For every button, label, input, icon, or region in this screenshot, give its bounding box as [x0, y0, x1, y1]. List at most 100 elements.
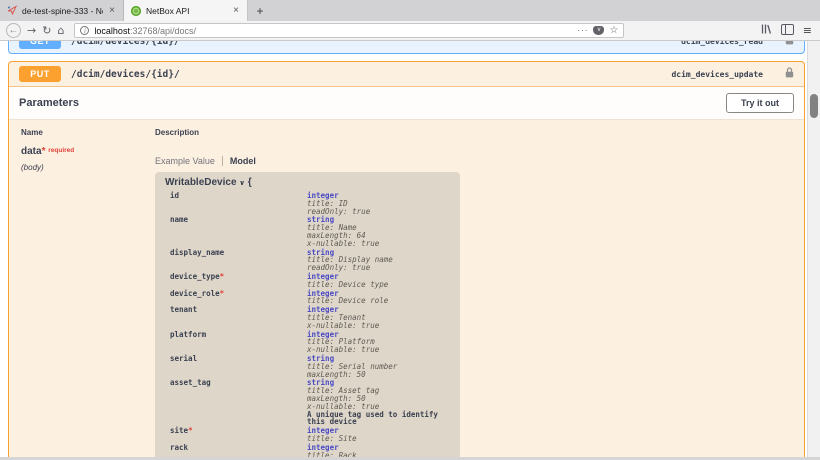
property-detail: integertitle: Tenantx-nullable: true [307, 306, 452, 329]
property-name: tenant [165, 306, 307, 329]
property-attribute: x-nullable: true [307, 240, 452, 248]
url-text[interactable]: localhost:32768/api/docs/ [94, 26, 572, 36]
swagger-favicon [131, 6, 141, 16]
lock-icon[interactable] [785, 65, 794, 83]
page-scrollbar[interactable] [807, 41, 820, 457]
new-tab-button[interactable]: + [248, 0, 272, 21]
parameter-name: data* required [21, 146, 155, 157]
put-endpoint-path: /dcim/devices/{id}/ [71, 69, 661, 80]
required-asterisk: * [220, 289, 225, 298]
page-actions-icon[interactable]: ··· [577, 26, 588, 35]
get-method-badge: GET [19, 41, 61, 49]
tab-bar: de-test-spine-333 - NetB × NetBox API × … [0, 0, 820, 21]
property-name: rack [165, 444, 307, 457]
tab-de-test-spine[interactable]: de-test-spine-333 - NetB × [0, 0, 124, 21]
tab-separator [222, 156, 223, 166]
property-attribute: title: Site [307, 435, 452, 443]
column-header-name: Name [21, 128, 155, 137]
pocket-icon[interactable]: v [593, 26, 604, 35]
property-detail: stringtitle: Display namereadOnly: true [307, 249, 452, 272]
sidebar-icon[interactable] [781, 22, 794, 40]
property-attribute: title: Rack [307, 452, 452, 458]
property-attribute: maxLength: 50 [307, 371, 452, 379]
home-icon[interactable]: ⌂ [57, 25, 64, 36]
put-endpoint-header[interactable]: PUT /dcim/devices/{id}/ dcim_devices_upd… [9, 62, 804, 87]
required-asterisk: * [220, 272, 225, 281]
close-tab-icon[interactable]: × [232, 6, 240, 16]
property-detail: integertitle: Rack [307, 444, 452, 457]
property-name: name [165, 216, 307, 247]
model-property: idintegertitle: IDreadOnly: true [165, 192, 452, 215]
forward-icon[interactable]: → [27, 25, 36, 36]
property-attribute: title: Device role [307, 297, 452, 305]
model-property: display_namestringtitle: Display namerea… [165, 249, 452, 272]
browser-window: de-test-spine-333 - NetB × NetBox API × … [0, 0, 820, 460]
tab-model[interactable]: Model [230, 156, 256, 166]
model-property: rackintegertitle: Rack [165, 444, 452, 457]
property-attribute: x-nullable: true [307, 322, 452, 330]
property-detail: integertitle: Device role [307, 290, 452, 306]
property-attribute: readOnly: true [307, 208, 452, 216]
parameters-title: Parameters [19, 97, 79, 109]
model-property: asset_tagstringtitle: Asset tagmaxLength… [165, 379, 452, 426]
property-name: platform [165, 331, 307, 354]
get-operation-id: dcim_devices_read [681, 41, 763, 46]
model-properties: idintegertitle: IDreadOnly: truenamestri… [165, 192, 452, 457]
model-box: WritableDevice ∨ { idintegertitle: IDrea… [155, 172, 460, 457]
property-name: device_type* [165, 273, 307, 289]
model-property: device_type*integertitle: Device type [165, 273, 452, 289]
property-name: serial [165, 355, 307, 378]
property-detail: integertitle: Device type [307, 273, 452, 289]
bookmark-star-icon[interactable]: ☆ [609, 25, 618, 36]
property-detail: integertitle: IDreadOnly: true [307, 192, 452, 215]
lock-icon[interactable] [785, 41, 794, 50]
parameter-location: (body) [21, 163, 155, 172]
body-parameter-row: data* required (body) Example Value Mode… [21, 146, 792, 457]
model-property: site*integertitle: Site [165, 427, 452, 443]
tab-example-value[interactable]: Example Value [155, 156, 215, 166]
parameters-table-header: Name Description [21, 128, 792, 137]
info-icon[interactable]: i [80, 26, 89, 35]
put-operation-id: dcim_devices_update [671, 70, 763, 79]
hamburger-menu-icon[interactable]: ≡ [803, 24, 812, 37]
try-it-out-button[interactable]: Try it out [726, 93, 794, 113]
netbox-favicon [7, 5, 17, 17]
property-name: site* [165, 427, 307, 443]
tab-title: NetBox API [146, 6, 227, 16]
property-detail: stringtitle: Asset tagmaxLength: 50x-nul… [307, 379, 452, 426]
property-detail: stringtitle: NamemaxLength: 64x-nullable… [307, 216, 452, 247]
parameters-table: Name Description data* required (body) E… [9, 120, 804, 457]
get-endpoint-path: /dcim/devices/{id}/ [71, 41, 671, 47]
close-tab-icon[interactable]: × [108, 6, 116, 16]
parameters-section-header: Parameters Try it out [9, 87, 804, 120]
property-name: display_name [165, 249, 307, 272]
property-detail: integertitle: Platformx-nullable: true [307, 331, 452, 354]
property-detail: integertitle: Site [307, 427, 452, 443]
chevron-down-icon: ∨ [239, 179, 245, 187]
property-attribute: title: Device type [307, 281, 452, 289]
model-example-tabs: Example Value Model [155, 156, 460, 166]
required-label: required [48, 147, 74, 154]
swagger-page: GET /dcim/devices/{id}/ dcim_devices_rea… [0, 41, 820, 457]
property-detail: stringtitle: Serial numbermaxLength: 50 [307, 355, 452, 378]
tab-netbox-api[interactable]: NetBox API × [124, 0, 248, 21]
back-icon[interactable]: ← [6, 23, 21, 38]
get-endpoint-row[interactable]: GET /dcim/devices/{id}/ dcim_devices_rea… [8, 41, 805, 54]
put-endpoint-block: PUT /dcim/devices/{id}/ dcim_devices_upd… [8, 61, 805, 457]
library-icon[interactable] [760, 22, 772, 40]
browser-toolbar: ← → ↻ ⌂ i localhost:32768/api/docs/ ··· … [0, 21, 820, 41]
required-asterisk: * [188, 426, 193, 435]
model-title[interactable]: WritableDevice ∨ { [165, 177, 452, 188]
tab-title: de-test-spine-333 - NetB [22, 6, 103, 16]
put-method-badge: PUT [19, 66, 61, 82]
property-attribute: readOnly: true [307, 264, 452, 272]
scrollbar-thumb[interactable] [810, 94, 818, 118]
required-asterisk: * [42, 146, 46, 157]
property-name: id [165, 192, 307, 215]
property-name: asset_tag [165, 379, 307, 426]
property-attribute: x-nullable: true [307, 346, 452, 354]
property-description: A unique tag used to identify this devic… [307, 411, 452, 427]
reload-icon[interactable]: ↻ [42, 25, 51, 36]
url-bar[interactable]: i localhost:32768/api/docs/ ··· v ☆ [74, 23, 624, 38]
model-property: device_role*integertitle: Device role [165, 290, 452, 306]
